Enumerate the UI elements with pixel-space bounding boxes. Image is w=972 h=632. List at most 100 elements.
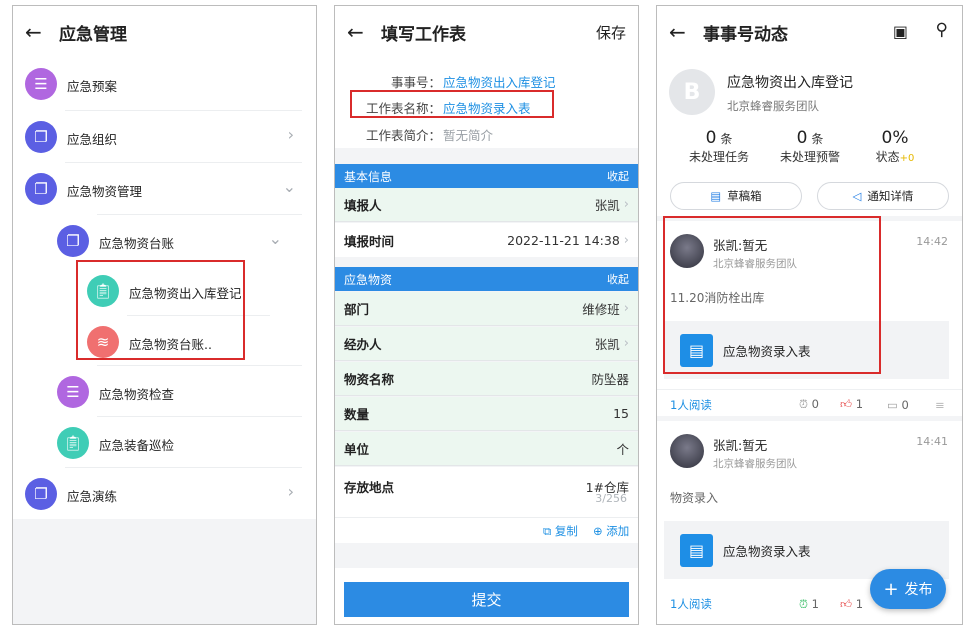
- publish-label: 发布: [904, 582, 933, 598]
- stat-label: 未处理任务: [688, 150, 749, 164]
- page-title: 应急管理: [59, 24, 127, 45]
- drafts-button[interactable]: ▤ 草稿箱: [670, 182, 802, 210]
- menu-item-plan[interactable]: ☰ 应急预案: [13, 58, 316, 110]
- info-label: 工作表简介：: [365, 128, 441, 143]
- search-icon[interactable]: ⚲: [936, 20, 948, 40]
- attachment-title: 应急物资录入表: [723, 543, 811, 559]
- layers-icon: ❐: [25, 121, 57, 153]
- comment-count: 0: [901, 397, 909, 412]
- add-icon: ⊕: [593, 524, 603, 538]
- row-actions: ⧉ 复制 ⊕ 添加: [335, 517, 638, 543]
- thumbs-up-icon: 👍︎: [840, 596, 853, 611]
- like-button[interactable]: 👍︎ 1: [840, 597, 863, 612]
- menu-item-ledger[interactable]: ❐ 应急物资台账 ⌄: [13, 215, 316, 266]
- field-label: 填报时间: [344, 233, 395, 249]
- add-button[interactable]: ⊕ 添加: [593, 523, 629, 539]
- field-storage-location[interactable]: 存放地点 1#仓库: [335, 467, 638, 517]
- chevron-down-icon: ⌄: [268, 229, 282, 248]
- chevron-right-icon: ›: [623, 232, 629, 248]
- copy-button[interactable]: ⧉ 复制: [543, 523, 578, 539]
- event-name-link[interactable]: 应急物资出入库登记: [443, 72, 556, 91]
- post-footer: 1人阅读 ⏰︎ 0 👍︎ 1 ▭ 0 ≡: [657, 389, 962, 419]
- stat-pending-tasks[interactable]: 0 条 未处理任务: [679, 128, 759, 165]
- publish-button[interactable]: + 发布: [870, 569, 946, 609]
- field-label: 经办人: [344, 337, 382, 352]
- team-name: 北京蜂睿服务团队: [727, 99, 819, 113]
- menu-item-materials[interactable]: ❐ 应急物资管理 ⌄: [13, 163, 316, 214]
- stat-status[interactable]: 0% 状态+0: [855, 128, 935, 165]
- clock-icon: ⏰︎: [799, 596, 808, 611]
- drafts-label: 草稿箱: [727, 189, 762, 203]
- notice-detail-button[interactable]: ◁ 通知详情: [817, 182, 949, 210]
- field-handler[interactable]: 经办人 张凯 ›: [335, 327, 638, 361]
- collapse-button[interactable]: 收起: [607, 168, 629, 184]
- comment-button[interactable]: ▭ 0: [887, 398, 909, 412]
- field-report-time[interactable]: 填报时间 2022-11-21 14:38 ›: [335, 223, 638, 257]
- menu-item-equipment-patrol[interactable]: 📋︎ 应急装备巡检: [13, 417, 316, 468]
- field-value: 张凯: [594, 198, 620, 213]
- field-reporter[interactable]: 填报人 张凯 ›: [335, 188, 638, 222]
- highlight-box: [350, 90, 554, 118]
- reminder-button[interactable]: ⏰︎ 0: [799, 397, 819, 412]
- field-label: 存放地点: [344, 480, 395, 495]
- post-time: 14:42: [916, 235, 948, 248]
- back-arrow-icon[interactable]: ←: [25, 20, 59, 44]
- more-icon[interactable]: ≡: [935, 398, 945, 412]
- menu-item-drill[interactable]: ❐ 应急演练 ›: [13, 468, 316, 519]
- collapse-button[interactable]: 收起: [607, 271, 629, 287]
- stat-number: 0%: [881, 128, 909, 148]
- field-department[interactable]: 部门 维修班 ›: [335, 292, 638, 326]
- page-title: 事事号动态: [703, 24, 788, 45]
- card-icon[interactable]: ▣: [893, 22, 908, 41]
- chevron-down-icon: ⌄: [282, 177, 296, 196]
- field-material-name[interactable]: 物资名称 防坠器: [335, 362, 638, 396]
- back-arrow-icon[interactable]: ←: [669, 20, 703, 44]
- stat-label: 状态: [875, 150, 900, 164]
- speaker-icon: ◁: [852, 189, 862, 203]
- menu-item-label: 应急物资管理: [67, 184, 143, 199]
- menu-item-organization[interactable]: ❐ 应急组织 ›: [13, 111, 316, 162]
- reminder-count: 1: [811, 596, 819, 611]
- chevron-right-icon: ›: [623, 336, 629, 351]
- read-count[interactable]: 1人阅读: [670, 397, 712, 413]
- post-team: 北京蜂睿服务团队: [713, 458, 797, 470]
- stat-number: 0: [705, 128, 717, 148]
- back-arrow-icon[interactable]: ←: [347, 20, 381, 44]
- submit-button[interactable]: 提交: [344, 582, 629, 617]
- field-value: 维修班: [582, 302, 620, 317]
- drafts-icon: ▤: [710, 189, 722, 203]
- highlight-box: [663, 216, 881, 374]
- stat-pending-alerts[interactable]: 0 条 未处理预警: [770, 128, 850, 165]
- section-title: 应急物资: [344, 272, 393, 287]
- chevron-right-icon: ›: [623, 197, 629, 212]
- stat-unit: 条: [720, 132, 733, 146]
- like-button[interactable]: 👍︎ 1: [840, 397, 863, 412]
- event-logo-icon: B: [669, 69, 715, 115]
- post-time: 14:41: [916, 435, 948, 448]
- char-counter: 3/256: [595, 492, 627, 505]
- stat-label: 未处理预警: [779, 150, 840, 164]
- chevron-right-icon: ›: [287, 125, 294, 144]
- save-button[interactable]: 保存: [596, 22, 626, 43]
- reminder-button[interactable]: ⏰︎ 1: [799, 597, 819, 612]
- stat-delta: +0: [899, 153, 915, 164]
- list-icon: ☰: [57, 376, 89, 408]
- menu-item-label: 应急物资检查: [99, 387, 175, 402]
- menu-item-inspection[interactable]: ☰ 应急物资检查: [13, 366, 316, 417]
- read-count[interactable]: 1人阅读: [670, 596, 712, 612]
- thumbs-up-icon: 👍︎: [840, 397, 853, 411]
- post-text: 物资录入: [670, 491, 719, 505]
- chevron-right-icon: ›: [623, 301, 629, 316]
- bottom-bar: 提交: [335, 568, 638, 624]
- stat-number: 0: [796, 128, 808, 148]
- add-label: 添加: [606, 524, 630, 538]
- notice-label: 通知详情: [867, 189, 914, 203]
- fill-worksheet-screen: ← 填写工作表 保存 事事号： 应急物资出入库登记 工作表名称： 应急物资录入表…: [334, 5, 639, 625]
- field-value: 个: [616, 442, 629, 457]
- section-materials: 应急物资 收起: [335, 267, 638, 291]
- copy-label: 复制: [554, 524, 578, 538]
- field-quantity[interactable]: 数量 15: [335, 397, 638, 431]
- like-count: 1: [855, 596, 864, 611]
- field-unit[interactable]: 单位 个: [335, 432, 638, 466]
- page-title: 填写工作表: [381, 24, 466, 45]
